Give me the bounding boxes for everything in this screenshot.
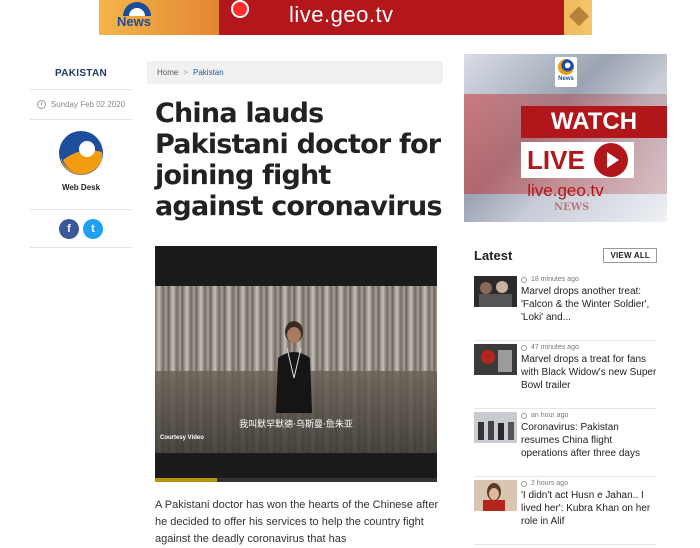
news-thumbnail — [474, 480, 517, 511]
list-item[interactable]: 47 minutes ago Marvel drops a treat for … — [474, 341, 657, 409]
clock-icon — [521, 412, 527, 419]
list-item-text: 2 hours ago 'I didn't act Husn e Jahan..… — [521, 480, 657, 544]
date-row: Sunday Feb 02 2020 — [30, 90, 132, 120]
clock-icon — [521, 344, 527, 351]
item-time: an hour ago — [521, 412, 657, 419]
ad-brand: News — [558, 76, 574, 82]
banner-urdu-logo-icon: ◆ — [569, 0, 589, 30]
latest-header: Latest VIEW ALL — [474, 245, 657, 265]
breadcrumb-home[interactable]: Home — [157, 68, 178, 77]
list-item-text: 47 minutes ago Marvel drops a treat for … — [521, 344, 657, 408]
breadcrumb-separator: > — [183, 68, 189, 77]
list-item[interactable]: 2 hours ago 'I didn't act Husn e Jahan..… — [474, 477, 657, 545]
video-courtesy-label: Courtesy Video — [160, 435, 204, 441]
play-icon — [594, 143, 628, 177]
geo-ball-icon — [558, 59, 574, 75]
article-body: A Pakistani doctor has won the hearts of… — [155, 499, 439, 545]
breadcrumb-section[interactable]: Pakistan — [193, 68, 224, 77]
record-icon — [231, 0, 249, 18]
doctor-figure-icon — [276, 321, 312, 413]
video-progress-fill — [155, 478, 218, 482]
item-time: 18 minutes ago — [521, 276, 657, 283]
article-video-player[interactable]: 我叫默罕默德·乌斯曼·詹朱亚 Courtesy Video — [155, 246, 437, 482]
geo-news-logo-icon: News — [555, 57, 577, 87]
item-title[interactable]: 'I didn't act Husn e Jahan.. I lived her… — [521, 489, 657, 528]
news-thumbnail — [474, 412, 517, 443]
top-banner-ad[interactable]: News live.geo.tv ◆ — [99, 0, 592, 35]
list-item-text: 18 minutes ago Marvel drops another trea… — [521, 276, 657, 340]
twitter-share-icon[interactable]: t — [83, 218, 103, 239]
item-time: 47 minutes ago — [521, 344, 657, 351]
video-progress-bar[interactable] — [155, 478, 437, 482]
side-live-ad[interactable]: News WATCH LIVE live.geo.tv NEWS — [464, 54, 667, 222]
latest-title: Latest — [474, 247, 513, 263]
item-time-text: an hour ago — [531, 412, 569, 419]
ad-url: live.geo.tv — [527, 181, 604, 200]
clock-icon — [521, 276, 527, 283]
facebook-share-icon[interactable]: f — [59, 218, 79, 239]
item-title[interactable]: Coronavirus: Pakistan resumes China flig… — [521, 421, 657, 460]
item-title[interactable]: Marvel drops another treat: 'Falcon & th… — [521, 285, 657, 324]
item-time-text: 18 minutes ago — [531, 276, 579, 283]
ad-watermark: NEWS — [554, 202, 590, 213]
list-item[interactable]: 18 minutes ago Marvel drops another trea… — [474, 273, 657, 341]
author-block: Web Desk — [30, 120, 132, 210]
item-time: 2 hours ago — [521, 480, 657, 487]
video-subtitle: 我叫默罕默德·乌斯曼·詹朱亚 — [239, 420, 353, 430]
ad-watch-label: WATCH — [521, 106, 667, 138]
view-all-button[interactable]: VIEW ALL — [603, 247, 657, 263]
news-thumbnail — [474, 344, 517, 375]
category-link[interactable]: PAKISTAN — [30, 60, 132, 90]
item-time-text: 47 minutes ago — [531, 344, 579, 351]
item-time-text: 2 hours ago — [531, 480, 568, 487]
latest-news-list: 18 minutes ago Marvel drops another trea… — [474, 273, 657, 545]
clock-icon — [521, 480, 527, 487]
banner-url: live.geo.tv — [289, 2, 394, 27]
author-avatar — [58, 130, 104, 176]
author-name[interactable]: Web Desk — [30, 183, 132, 192]
article-headline: China lauds Pakistani doctor for joining… — [155, 98, 443, 222]
list-item[interactable]: an hour ago Coronavirus: Pakistan resume… — [474, 409, 657, 477]
list-item-text: an hour ago Coronavirus: Pakistan resume… — [521, 412, 657, 476]
ad-live-label: LIVE — [527, 145, 585, 175]
breadcrumb: Home > Pakistan — [147, 61, 443, 84]
article-date: Sunday Feb 02 2020 — [50, 100, 126, 109]
item-title[interactable]: Marvel drops a treat for fans with Black… — [521, 353, 657, 392]
news-thumbnail — [474, 276, 517, 307]
article-meta: PAKISTAN Sunday Feb 02 2020 Web Desk f t — [30, 60, 132, 248]
share-buttons: f t — [30, 210, 132, 248]
clock-icon — [36, 100, 46, 109]
banner-brand: News — [117, 14, 151, 29]
